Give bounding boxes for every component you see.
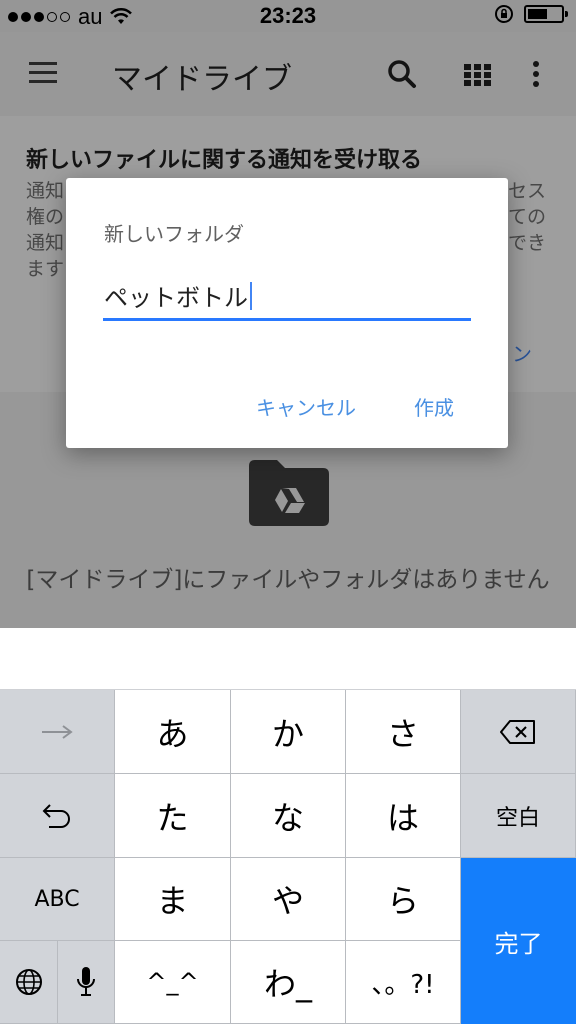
cancel-button[interactable]: キャンセル: [256, 392, 356, 421]
undo-icon: [42, 803, 70, 828]
microphone-icon: [77, 967, 95, 996]
key-a[interactable]: あ: [115, 690, 231, 774]
key-punctuation[interactable]: 、。?!: [346, 941, 461, 1024]
folder-name-input[interactable]: ペットボトル: [104, 278, 470, 322]
done-key[interactable]: 完了: [461, 858, 576, 1024]
key-ta[interactable]: た: [115, 774, 231, 858]
dialog-title: 新しいフォルダ: [104, 222, 244, 246]
input-underline: [103, 318, 471, 321]
key-next-candidate[interactable]: [0, 690, 115, 774]
key-ka[interactable]: か: [231, 690, 346, 774]
key-globe[interactable]: [0, 941, 58, 1024]
key-backspace[interactable]: [461, 690, 576, 774]
key-sa[interactable]: さ: [346, 690, 461, 774]
globe-icon: [15, 969, 42, 995]
key-dictation[interactable]: [58, 941, 115, 1024]
text-caret: [250, 282, 252, 310]
key-space[interactable]: 空白: [461, 774, 576, 858]
key-na[interactable]: な: [231, 774, 346, 858]
create-button[interactable]: 作成: [414, 392, 454, 421]
folder-name-value: ペットボトル: [104, 284, 248, 312]
key-abc[interactable]: ABC: [0, 858, 115, 941]
backspace-icon: [500, 719, 535, 744]
key-ma[interactable]: ま: [115, 858, 231, 941]
key-ra[interactable]: ら: [346, 858, 461, 941]
key-ya[interactable]: や: [231, 858, 346, 941]
keyboard: あ か さ た な は 空白 ABC ま や ら 完了 ^_^ わ_ 、。?!: [0, 690, 576, 1024]
key-wa[interactable]: わ_: [231, 941, 346, 1024]
key-ha[interactable]: は: [346, 774, 461, 858]
key-emoticon[interactable]: ^_^: [115, 941, 231, 1024]
key-undo[interactable]: [0, 774, 115, 858]
keyboard-suggestion-bar: [0, 628, 576, 690]
new-folder-dialog: 新しいフォルダ ペットボトル キャンセル 作成: [66, 178, 508, 448]
arrow-right-icon: [42, 724, 73, 739]
